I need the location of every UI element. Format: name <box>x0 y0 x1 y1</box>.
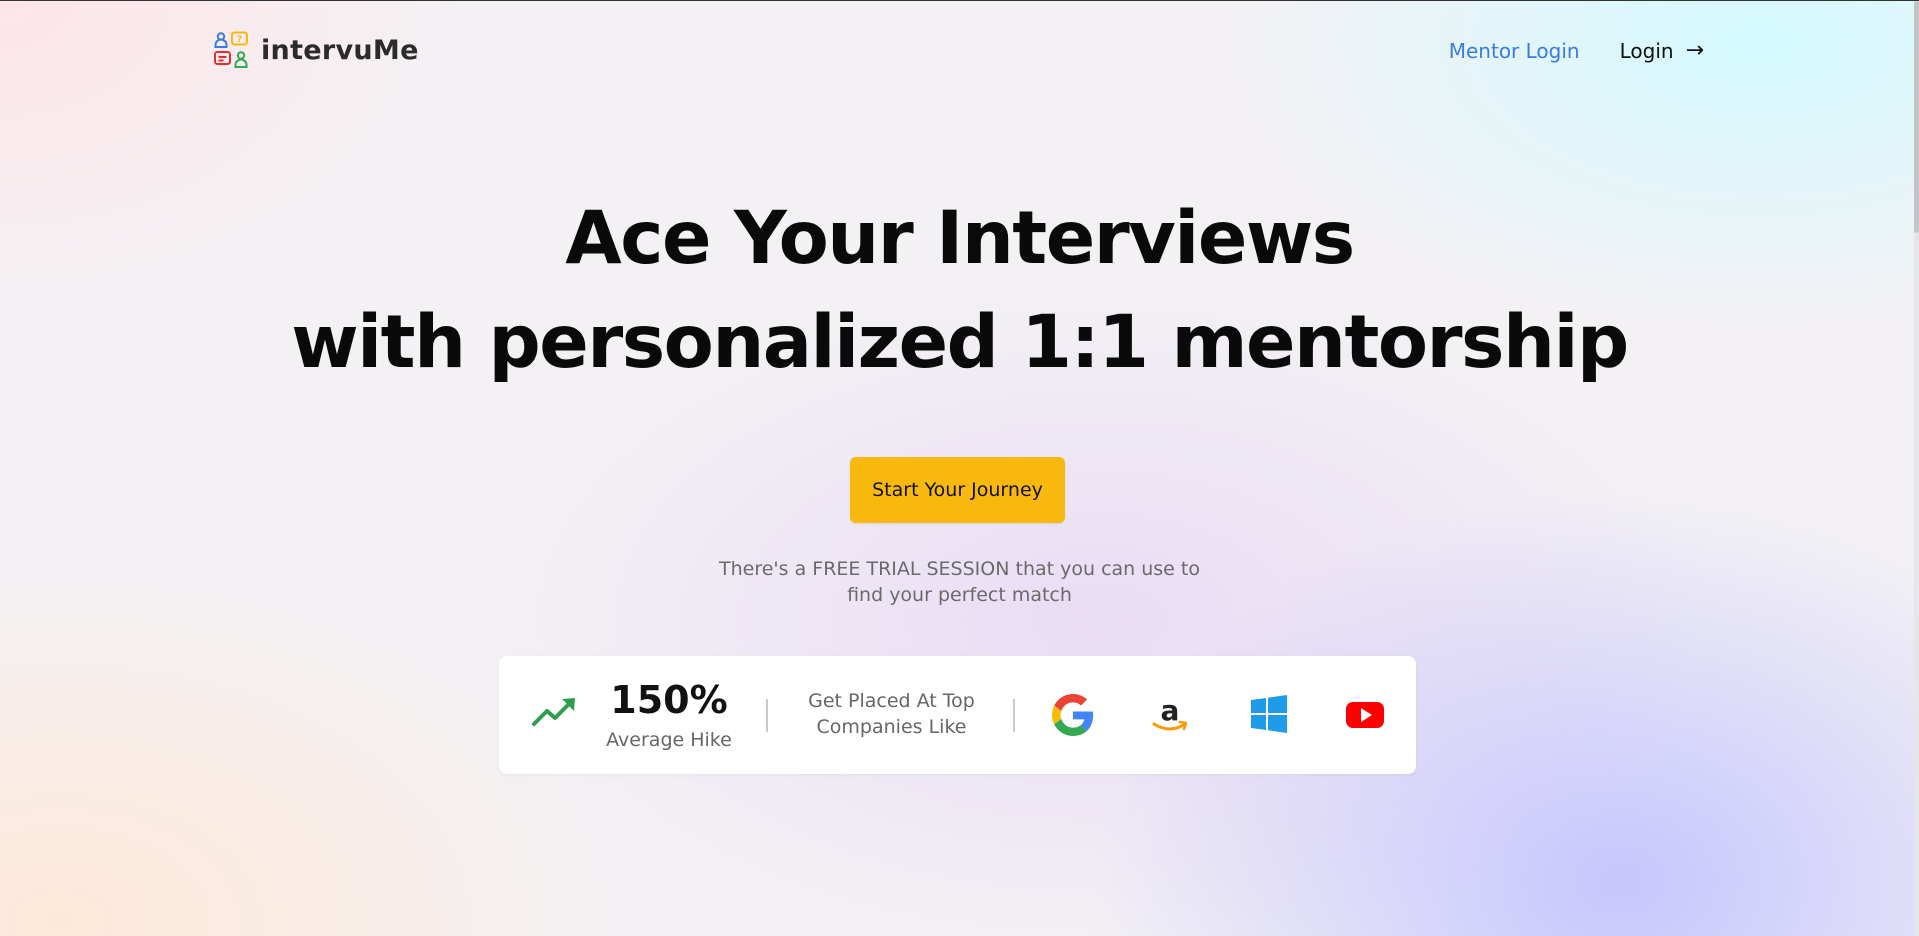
login-label: Login <box>1619 38 1674 63</box>
top-nav: Mentor Login Login → <box>1449 38 1704 63</box>
google-icon <box>1052 694 1094 736</box>
landing-page: ? intervuMe Mentor Login Login → Ace You… <box>0 0 1919 936</box>
login-link[interactable]: Login → <box>1620 38 1704 63</box>
arrow-right-icon: → <box>1685 38 1704 63</box>
hero-headline-line1: Ace Your Interviews <box>565 196 1355 281</box>
brand-name: intervuMe <box>261 34 419 66</box>
svg-text:?: ? <box>237 35 242 45</box>
free-trial-note-line1: There's a FREE TRIAL SESSION that you ca… <box>719 558 1200 580</box>
free-trial-note: There's a FREE TRIAL SESSION that you ca… <box>0 556 1919 608</box>
page-scrollbar[interactable] <box>1914 1 1919 936</box>
people-chat-logo-icon: ? <box>214 31 248 68</box>
youtube-icon <box>1346 702 1384 728</box>
average-hike-label: Average Hike <box>606 729 732 751</box>
windows-icon <box>1251 695 1287 733</box>
mentor-login-link[interactable]: Mentor Login <box>1449 39 1580 63</box>
average-hike-value: 150% <box>610 678 728 722</box>
divider <box>1013 699 1015 732</box>
start-journey-button[interactable]: Start Your Journey <box>850 457 1065 523</box>
trending-up-icon <box>532 698 575 726</box>
scrollbar-thumb[interactable] <box>1914 1 1919 233</box>
divider <box>766 699 768 732</box>
stats-card: 150% Average Hike Get Placed At Top Comp… <box>499 656 1416 774</box>
free-trial-note-line2: find your perfect match <box>847 584 1072 606</box>
amazon-icon: a <box>1152 694 1188 731</box>
placed-line1: Get Placed At Top <box>808 690 975 712</box>
placed-line2: Companies Like <box>816 716 967 738</box>
brand-logo[interactable]: ? intervuMe <box>213 31 419 69</box>
svg-text:a: a <box>1161 694 1180 727</box>
hero-headline-line2: with personalized 1:1 mentorship <box>291 300 1629 385</box>
placed-at-top-text: Get Placed At Top Companies Like <box>784 688 999 740</box>
